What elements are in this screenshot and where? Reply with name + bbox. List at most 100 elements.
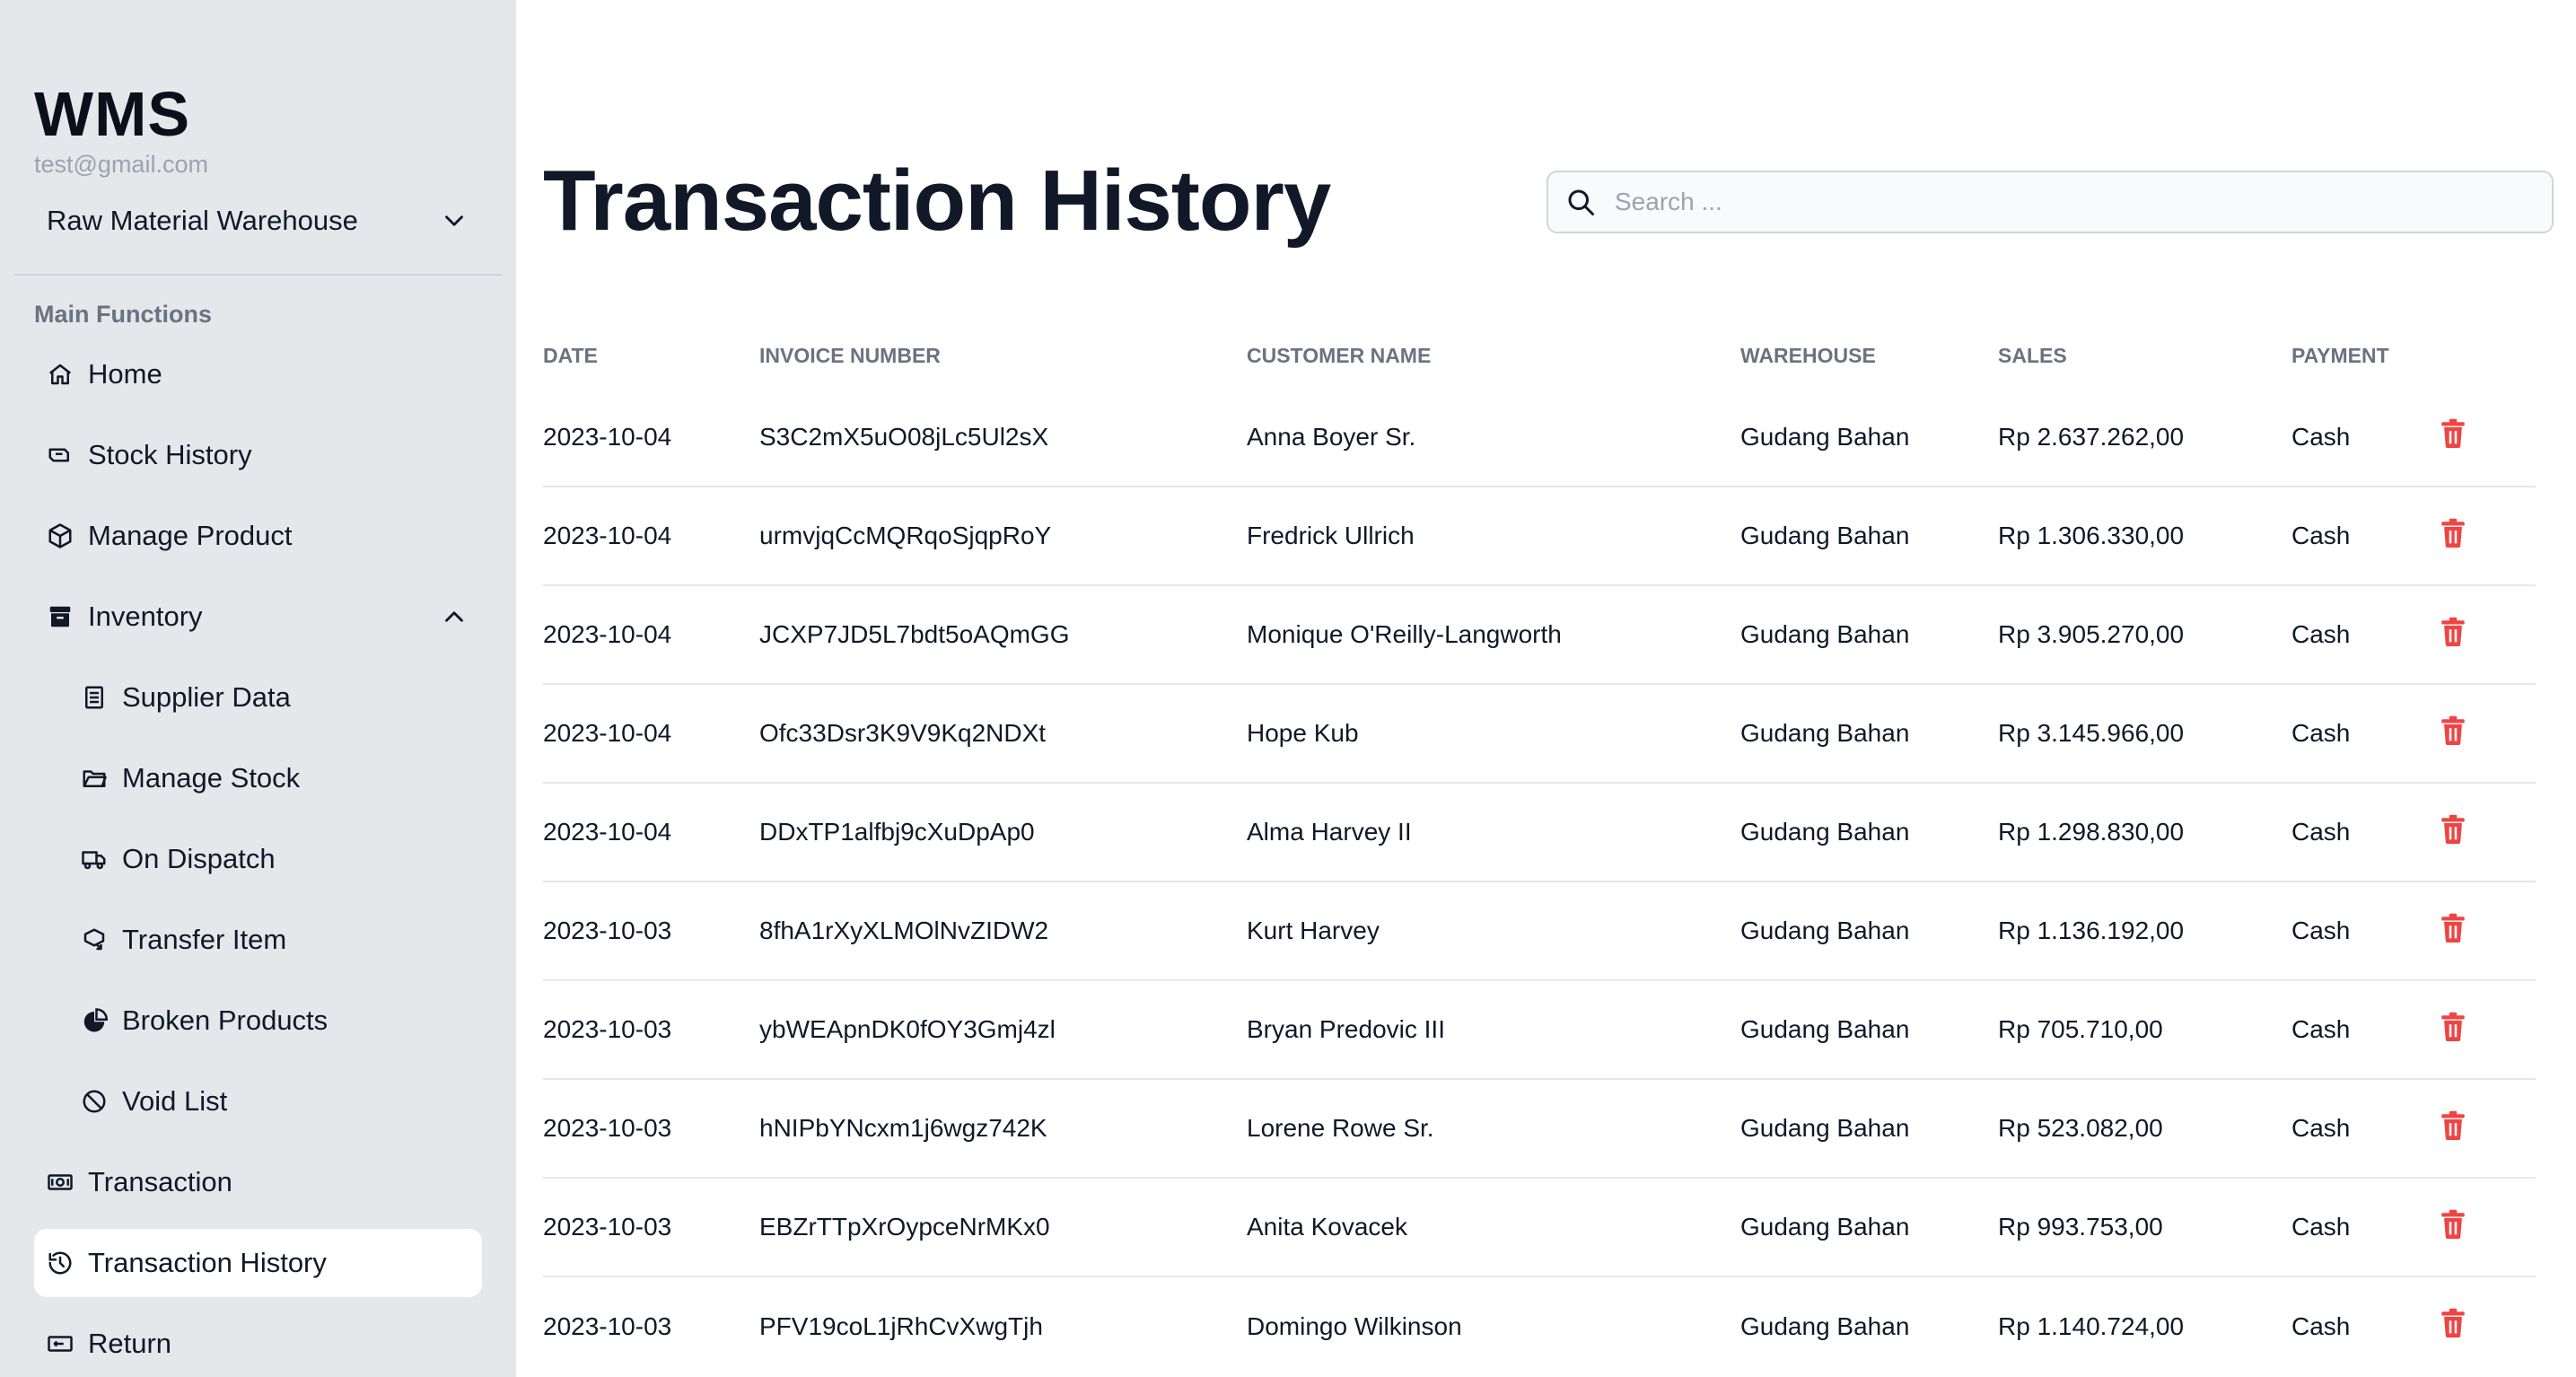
cell-customer-name: Monique O'Reilly-Langworth bbox=[1247, 585, 1740, 685]
cell-warehouse: Gudang Bahan bbox=[1740, 1178, 1998, 1277]
transfer-icon bbox=[81, 926, 108, 953]
delete-button[interactable] bbox=[2440, 814, 2466, 845]
cell-actions bbox=[2440, 1178, 2536, 1277]
chevron-up-icon bbox=[445, 611, 463, 622]
trash-icon bbox=[2441, 1012, 2465, 1041]
table-row[interactable]: 2023-10-03 ybWEApnDK0fOY3Gmj4zl Bryan Pred… bbox=[543, 980, 2536, 1080]
archive-icon bbox=[47, 603, 74, 630]
cell-sales: Rp 1.298.830,00 bbox=[1998, 783, 2291, 882]
cash-icon bbox=[47, 1169, 74, 1196]
column-header-customer-name[interactable]: CUSTOMER NAME bbox=[1247, 323, 1740, 388]
cell-actions bbox=[2440, 388, 2536, 487]
return-icon bbox=[47, 1330, 74, 1357]
sidebar-item-label: Void List bbox=[122, 1085, 228, 1117]
sidebar-item-label: Return bbox=[88, 1328, 172, 1359]
table-row[interactable]: 2023-10-04 S3C2mX5uO08jLc5Ul2sX Anna Boyer… bbox=[543, 388, 2536, 487]
cell-invoice-number: 8fhA1rXyXLMOlNvZIDW2 bbox=[759, 881, 1247, 981]
table-row[interactable]: 2023-10-03 EBZrTTpXrOypceNrMKx0 Anita Kova… bbox=[543, 1178, 2536, 1277]
cell-invoice-number: DDxTP1alfbj9cXuDpAp0 bbox=[759, 783, 1247, 882]
history-icon bbox=[47, 1250, 74, 1276]
cell-sales: Rp 523.082,00 bbox=[1998, 1079, 2291, 1179]
delete-button[interactable] bbox=[2440, 617, 2466, 647]
cell-payment: Cash bbox=[2291, 388, 2440, 487]
table-row[interactable]: 2023-10-04 urmvjqCcMQRqoSjqpRoY Fredrick U… bbox=[543, 487, 2536, 586]
cell-actions bbox=[2440, 980, 2536, 1080]
cell-actions bbox=[2440, 1079, 2536, 1179]
cell-customer-name: Hope Kub bbox=[1247, 684, 1740, 784]
trash-icon bbox=[2441, 715, 2465, 745]
warehouse-select-value: Raw Material Warehouse bbox=[47, 205, 358, 236]
column-header-warehouse[interactable]: WAREHOUSE bbox=[1740, 323, 1998, 388]
home-icon bbox=[47, 361, 74, 388]
cell-warehouse: Gudang Bahan bbox=[1740, 684, 1998, 784]
sidebar-item-supplier-data[interactable]: Supplier Data bbox=[34, 663, 482, 732]
warehouse-select[interactable]: Raw Material Warehouse bbox=[34, 189, 482, 252]
sidebar-item-stock-history[interactable]: Stock History bbox=[34, 421, 482, 489]
page-title: Transaction History bbox=[543, 153, 1331, 249]
cell-customer-name: Fredrick Ullrich bbox=[1247, 487, 1740, 586]
table-row[interactable]: 2023-10-04 Ofc33Dsr3K9V9Kq2NDXt Hope Kub Gu… bbox=[543, 684, 2536, 784]
table-row[interactable]: 2023-10-03 PFV19coL1jRhCvXwgTjh Domingo Wi… bbox=[543, 1276, 2536, 1375]
delete-button[interactable] bbox=[2440, 715, 2466, 746]
table-row[interactable]: 2023-10-03 hNIPbYNcxm1j6wgz742K Lorene Row… bbox=[543, 1079, 2536, 1179]
sidebar-item-void-list[interactable]: Void List bbox=[34, 1067, 482, 1136]
sidebar-item-broken-products[interactable]: Broken Products bbox=[34, 987, 482, 1055]
stock-history-icon bbox=[47, 442, 74, 469]
delete-button[interactable] bbox=[2440, 1308, 2466, 1338]
sidebar-item-transfer-item[interactable]: Transfer Item bbox=[34, 906, 482, 974]
table-header-row: DATE INVOICE NUMBER CUSTOMER NAME WAREHO… bbox=[543, 323, 2536, 388]
sidebar-item-label: Broken Products bbox=[122, 1004, 329, 1036]
cell-warehouse: Gudang Bahan bbox=[1740, 980, 1998, 1080]
chevron-down-icon bbox=[445, 215, 463, 226]
cell-warehouse: Gudang Bahan bbox=[1740, 783, 1998, 882]
cell-payment: Cash bbox=[2291, 684, 2440, 784]
delete-button[interactable] bbox=[2440, 1110, 2466, 1141]
column-header-sales[interactable]: SALES bbox=[1998, 323, 2291, 388]
cell-warehouse: Gudang Bahan bbox=[1740, 881, 1998, 981]
trash-icon bbox=[2441, 814, 2465, 844]
brand-title: WMS bbox=[34, 79, 191, 149]
sidebar-item-transaction-history[interactable]: Transaction History bbox=[34, 1229, 482, 1297]
delete-button[interactable] bbox=[2440, 518, 2466, 548]
delete-button[interactable] bbox=[2440, 913, 2466, 943]
delete-button[interactable] bbox=[2440, 1209, 2466, 1240]
table-row[interactable]: 2023-10-04 JCXP7JD5L7bdt5oAQmGG Monique O'… bbox=[543, 585, 2536, 685]
cell-customer-name: Domingo Wilkinson bbox=[1247, 1311, 1462, 1340]
column-header-date[interactable]: DATE bbox=[543, 323, 759, 388]
cell-warehouse: Gudang Bahan bbox=[1740, 1311, 1910, 1340]
sidebar-item-manage-product[interactable]: Manage Product bbox=[34, 502, 482, 570]
search-box[interactable] bbox=[1546, 171, 2554, 233]
cube-icon bbox=[47, 522, 74, 549]
sidebar-item-home[interactable]: Home bbox=[34, 340, 482, 408]
sidebar-item-inventory[interactable]: Inventory bbox=[34, 583, 482, 651]
delete-button[interactable] bbox=[2440, 1012, 2466, 1042]
sidebar-item-label: Supplier Data bbox=[122, 681, 291, 713]
cell-date: 2023-10-04 bbox=[543, 783, 759, 882]
delete-button[interactable] bbox=[2440, 418, 2466, 449]
table-row[interactable]: 2023-10-04 DDxTP1alfbj9cXuDpAp0 Alma Harve… bbox=[543, 783, 2536, 882]
sidebar-item-transaction[interactable]: Transaction bbox=[34, 1148, 482, 1216]
transactions-table: DATE INVOICE NUMBER CUSTOMER NAME WAREHO… bbox=[543, 323, 2536, 1375]
section-label-main-functions: Main Functions bbox=[34, 301, 212, 328]
cell-payment: Cash bbox=[2291, 585, 2440, 685]
cell-date: 2023-10-03 bbox=[543, 1079, 759, 1179]
column-header-payment[interactable]: PAYMENT bbox=[2291, 323, 2440, 388]
cell-actions bbox=[2440, 881, 2536, 981]
folder-icon bbox=[81, 765, 108, 792]
cell-payment: Cash bbox=[2291, 1079, 2440, 1179]
cell-payment: Cash bbox=[2291, 980, 2440, 1080]
cell-date: 2023-10-04 bbox=[543, 388, 759, 487]
sidebar-item-label: On Dispatch bbox=[122, 843, 276, 874]
cell-sales: Rp 1.136.192,00 bbox=[1998, 881, 2291, 981]
table-row[interactable]: 2023-10-03 8fhA1rXyXLMOlNvZIDW2 Kurt Harve… bbox=[543, 881, 2536, 981]
sidebar-item-manage-stock[interactable]: Manage Stock bbox=[34, 744, 482, 812]
column-header-invoice-number[interactable]: INVOICE NUMBER bbox=[759, 323, 1247, 388]
cell-payment: Cash bbox=[2291, 1311, 2351, 1340]
truck-icon bbox=[81, 846, 108, 873]
cell-sales: Rp 1.306.330,00 bbox=[1998, 487, 2291, 586]
sidebar-item-on-dispatch[interactable]: On Dispatch bbox=[34, 825, 482, 893]
search-icon bbox=[1568, 189, 1594, 215]
cell-date: 2023-10-04 bbox=[543, 585, 759, 685]
sidebar-item-return[interactable]: Return bbox=[34, 1310, 482, 1377]
search-input[interactable] bbox=[1615, 188, 2552, 216]
